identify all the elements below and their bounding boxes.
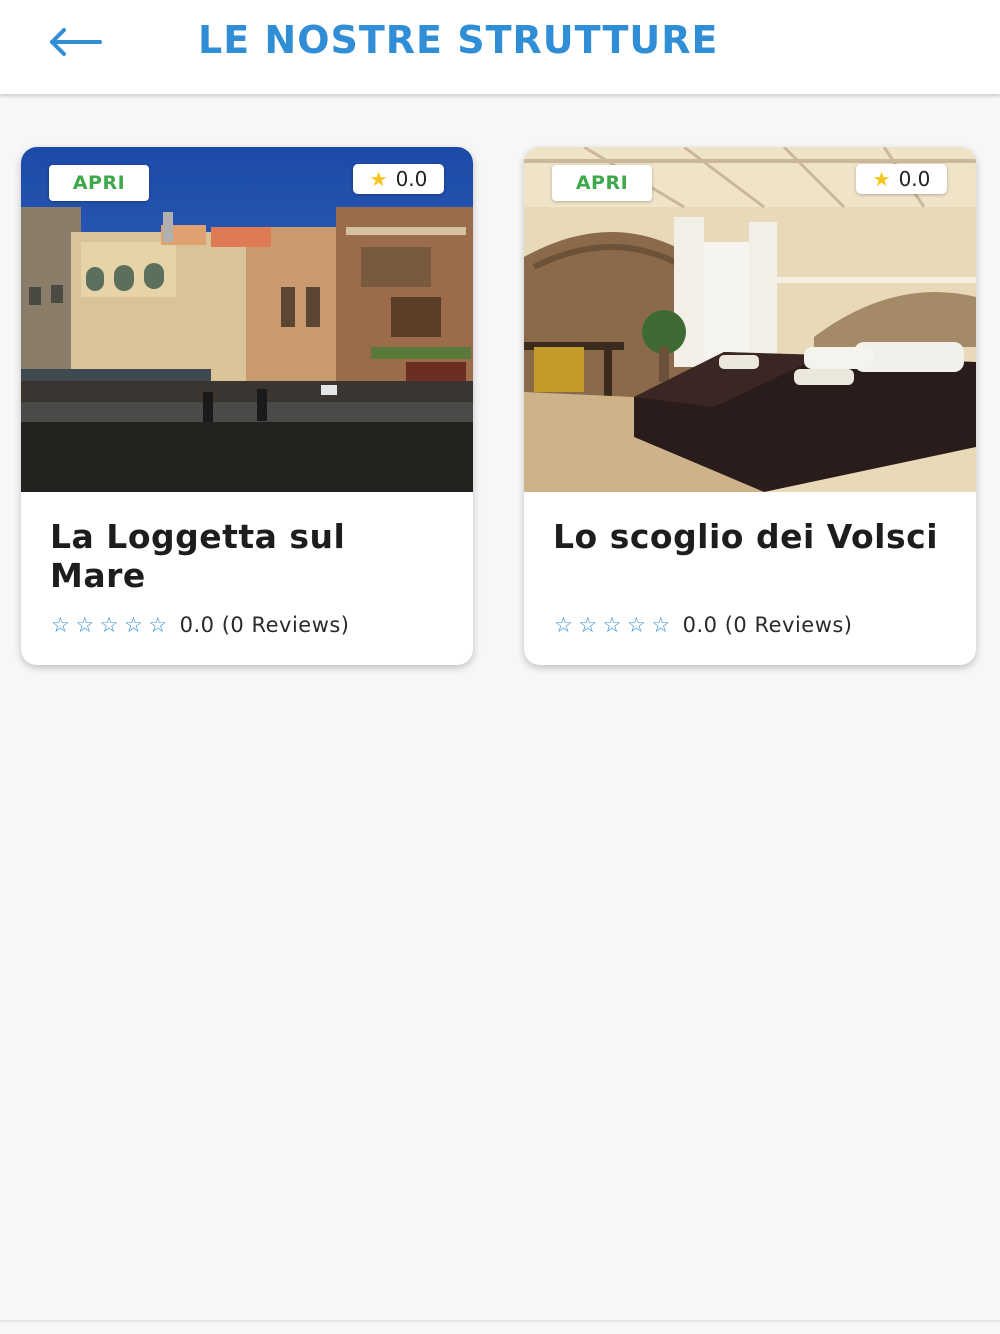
star-rating: ☆ ☆ ☆ ☆ ☆: [554, 612, 671, 637]
rating-chip: ★ 0.0: [353, 164, 444, 194]
status-badge: APRI: [552, 165, 652, 201]
star-outline-icon: ☆: [123, 612, 144, 637]
property-card[interactable]: APRI ★ 0.0 La Loggetta sul Mare ☆ ☆ ☆ ☆ …: [21, 147, 473, 665]
rating-value: 0.0: [395, 167, 428, 191]
reviews-row: ☆ ☆ ☆ ☆ ☆ 0.0 (0 Reviews): [51, 613, 350, 637]
property-name: La Loggetta sul Mare: [50, 517, 346, 595]
reviews-row: ☆ ☆ ☆ ☆ ☆ 0.0 (0 Reviews): [554, 613, 853, 637]
property-list: APRI ★ 0.0 La Loggetta sul Mare ☆ ☆ ☆ ☆ …: [0, 94, 1000, 1320]
star-outline-icon: ☆: [651, 612, 671, 637]
star-outline-icon: ☆: [75, 612, 95, 637]
property-card[interactable]: APRI ★ 0.0 Lo scoglio dei Volsci ☆ ☆ ☆ ☆…: [524, 147, 976, 665]
divider: [0, 1320, 1000, 1322]
star-outline-icon: ☆: [99, 612, 119, 637]
star-outline-icon: ☆: [578, 612, 598, 637]
property-name: Lo scoglio dei Volsci: [553, 517, 939, 556]
star-icon: ★: [872, 167, 891, 191]
star-outline-icon: ☆: [51, 612, 71, 637]
property-image: APRI ★ 0.0: [524, 147, 976, 492]
star-outline-icon: ☆: [148, 612, 168, 637]
star-outline-icon: ☆: [626, 612, 647, 637]
rating-chip: ★ 0.0: [856, 164, 947, 194]
star-rating: ☆ ☆ ☆ ☆ ☆: [51, 612, 168, 637]
property-image: APRI ★ 0.0: [21, 147, 473, 492]
back-button[interactable]: [44, 20, 108, 64]
star-outline-icon: ☆: [602, 612, 622, 637]
star-outline-icon: ☆: [554, 612, 574, 637]
reviews-text: 0.0 (0 Reviews): [179, 613, 350, 637]
app-bar: LE NOSTRE STRUTTURE: [0, 0, 1000, 94]
page-title: LE NOSTRE STRUTTURE: [198, 18, 719, 62]
arrow-left-icon: [50, 28, 102, 56]
reviews-text: 0.0 (0 Reviews): [682, 613, 853, 637]
status-badge: APRI: [49, 165, 149, 201]
rating-value: 0.0: [898, 167, 931, 191]
star-icon: ★: [369, 167, 388, 191]
